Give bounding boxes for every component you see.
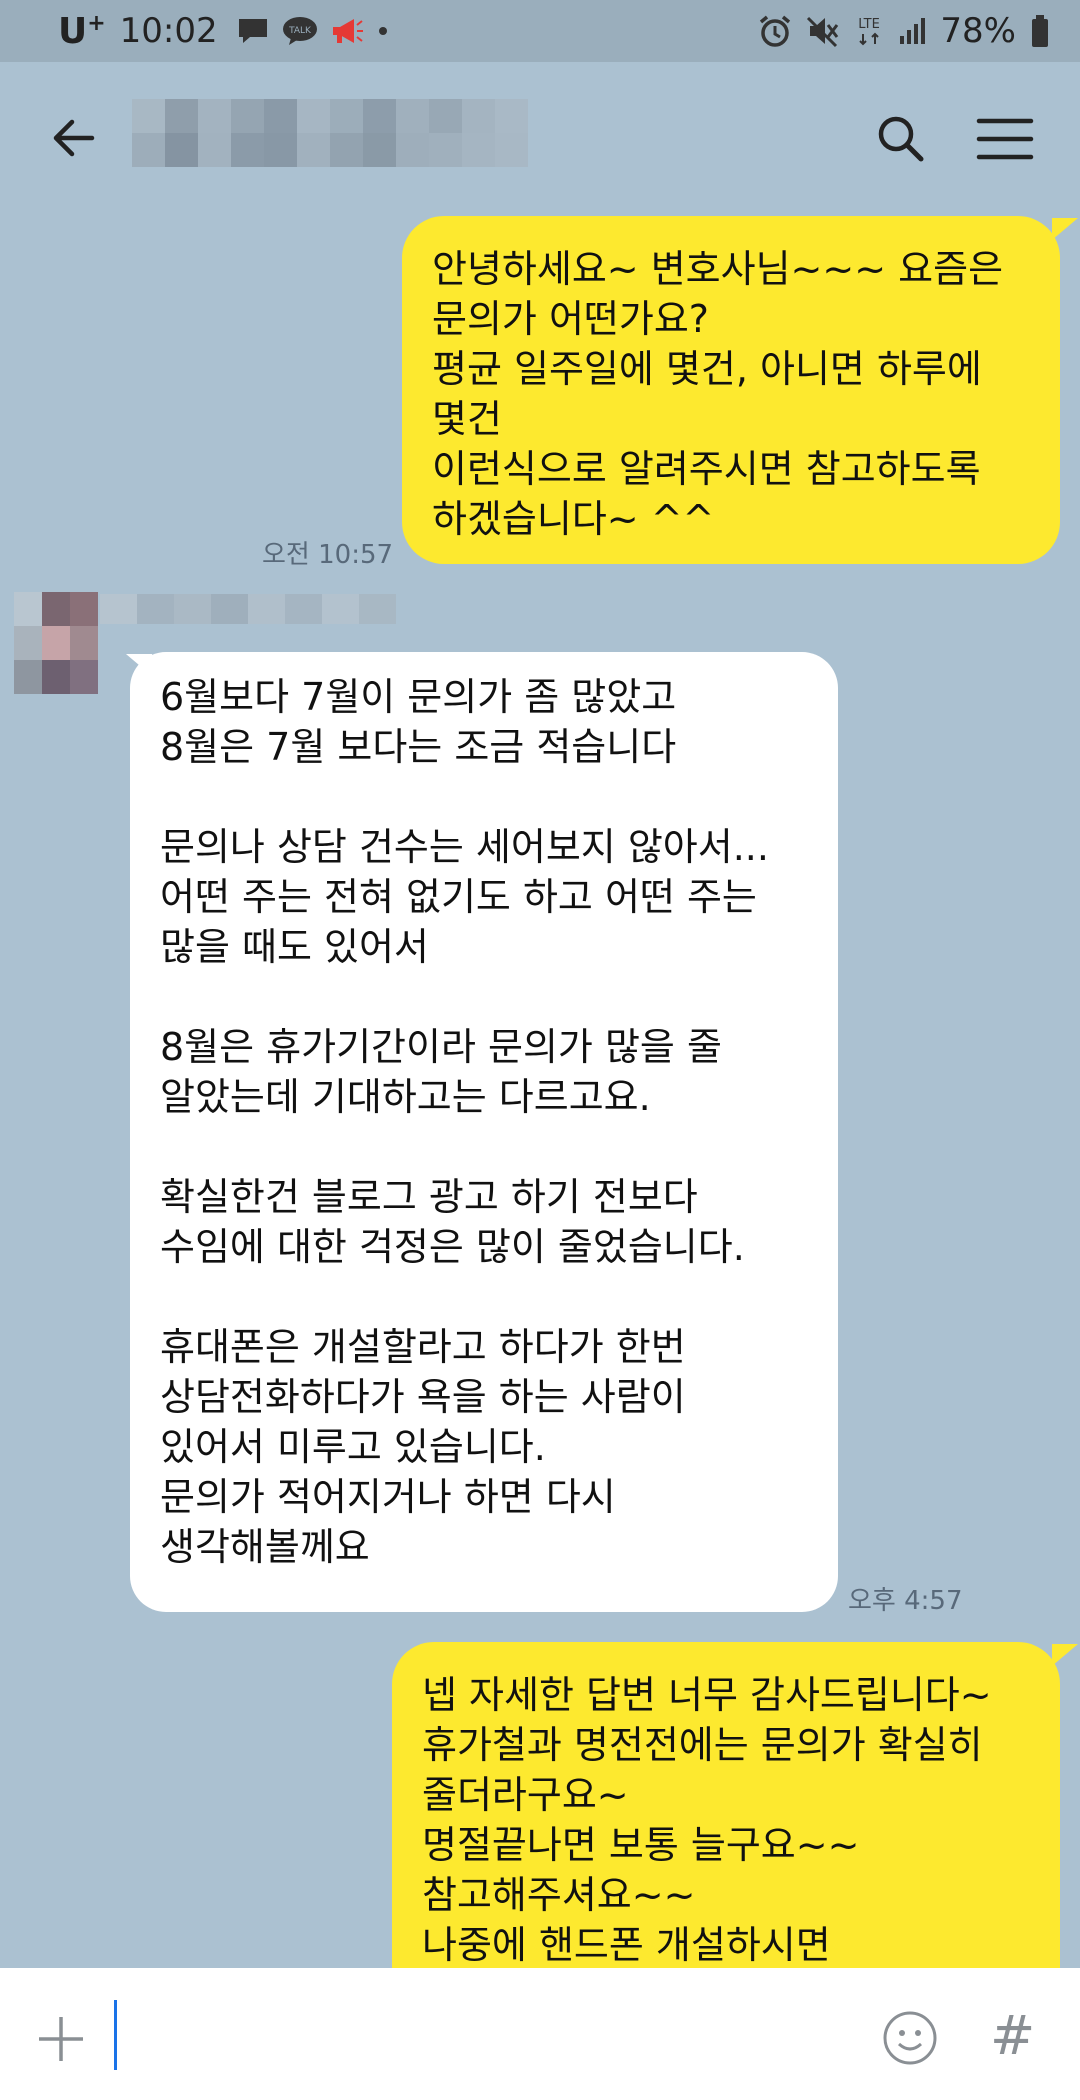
avatar[interactable] [14,592,98,694]
arrow-left-icon [53,119,95,157]
menu-button[interactable] [976,114,1034,164]
carrier-label: U+ [58,10,106,52]
message-time: 오전 10:57 [262,540,394,570]
attach-button[interactable] [36,2014,86,2064]
bubble-tail [1052,218,1078,240]
bubble-tail [1052,1644,1078,1666]
hash-button[interactable]: # [990,2004,1035,2067]
message-input-bar: # [0,1968,1080,2100]
alarm-icon [758,14,792,48]
signal-icon [898,16,926,46]
chat-title [132,99,528,167]
their-message-bubble[interactable]: 6월보다 7월이 문의가 좀 많았고 8월은 7월 보다는 조금 적습니다 문의… [130,652,838,1612]
my-message-bubble[interactable]: 넵 자세한 답변 너무 감사드립니다~ 휴가철과 명전전에는 문의가 확실히 줄… [392,1642,1060,2022]
dot-icon [376,24,390,38]
search-button[interactable] [874,112,928,166]
status-bar: U+ 10:02 TALK LTE 78% [0,0,1080,62]
message-time: 오후 4:57 [848,1586,963,1616]
svg-text:LTE: LTE [859,17,881,32]
lte-icon: LTE [854,14,884,48]
message-input[interactable] [110,1992,850,2076]
battery-icon [1030,14,1050,48]
back-button[interactable] [48,112,100,164]
emoji-button[interactable] [882,2010,938,2066]
message-icon [236,16,270,46]
search-icon [878,116,924,162]
plus-icon [39,2017,83,2061]
mute-icon [806,14,840,48]
hamburger-menu-icon [976,118,1034,160]
my-message-bubble[interactable]: 안녕하세요~ 변호사님~~~ 요즘은 문의가 어떤가요? 평균 일주일에 몇건,… [402,216,1060,564]
battery-percent: 78% [940,11,1016,51]
sender-name [100,594,396,624]
kakaotalk-icon: TALK [282,16,318,46]
megaphone-icon [330,16,364,46]
svg-text:TALK: TALK [288,26,312,36]
smiley-icon [883,2011,937,2065]
clock: 10:02 [119,11,218,51]
chat-header [0,62,1080,212]
